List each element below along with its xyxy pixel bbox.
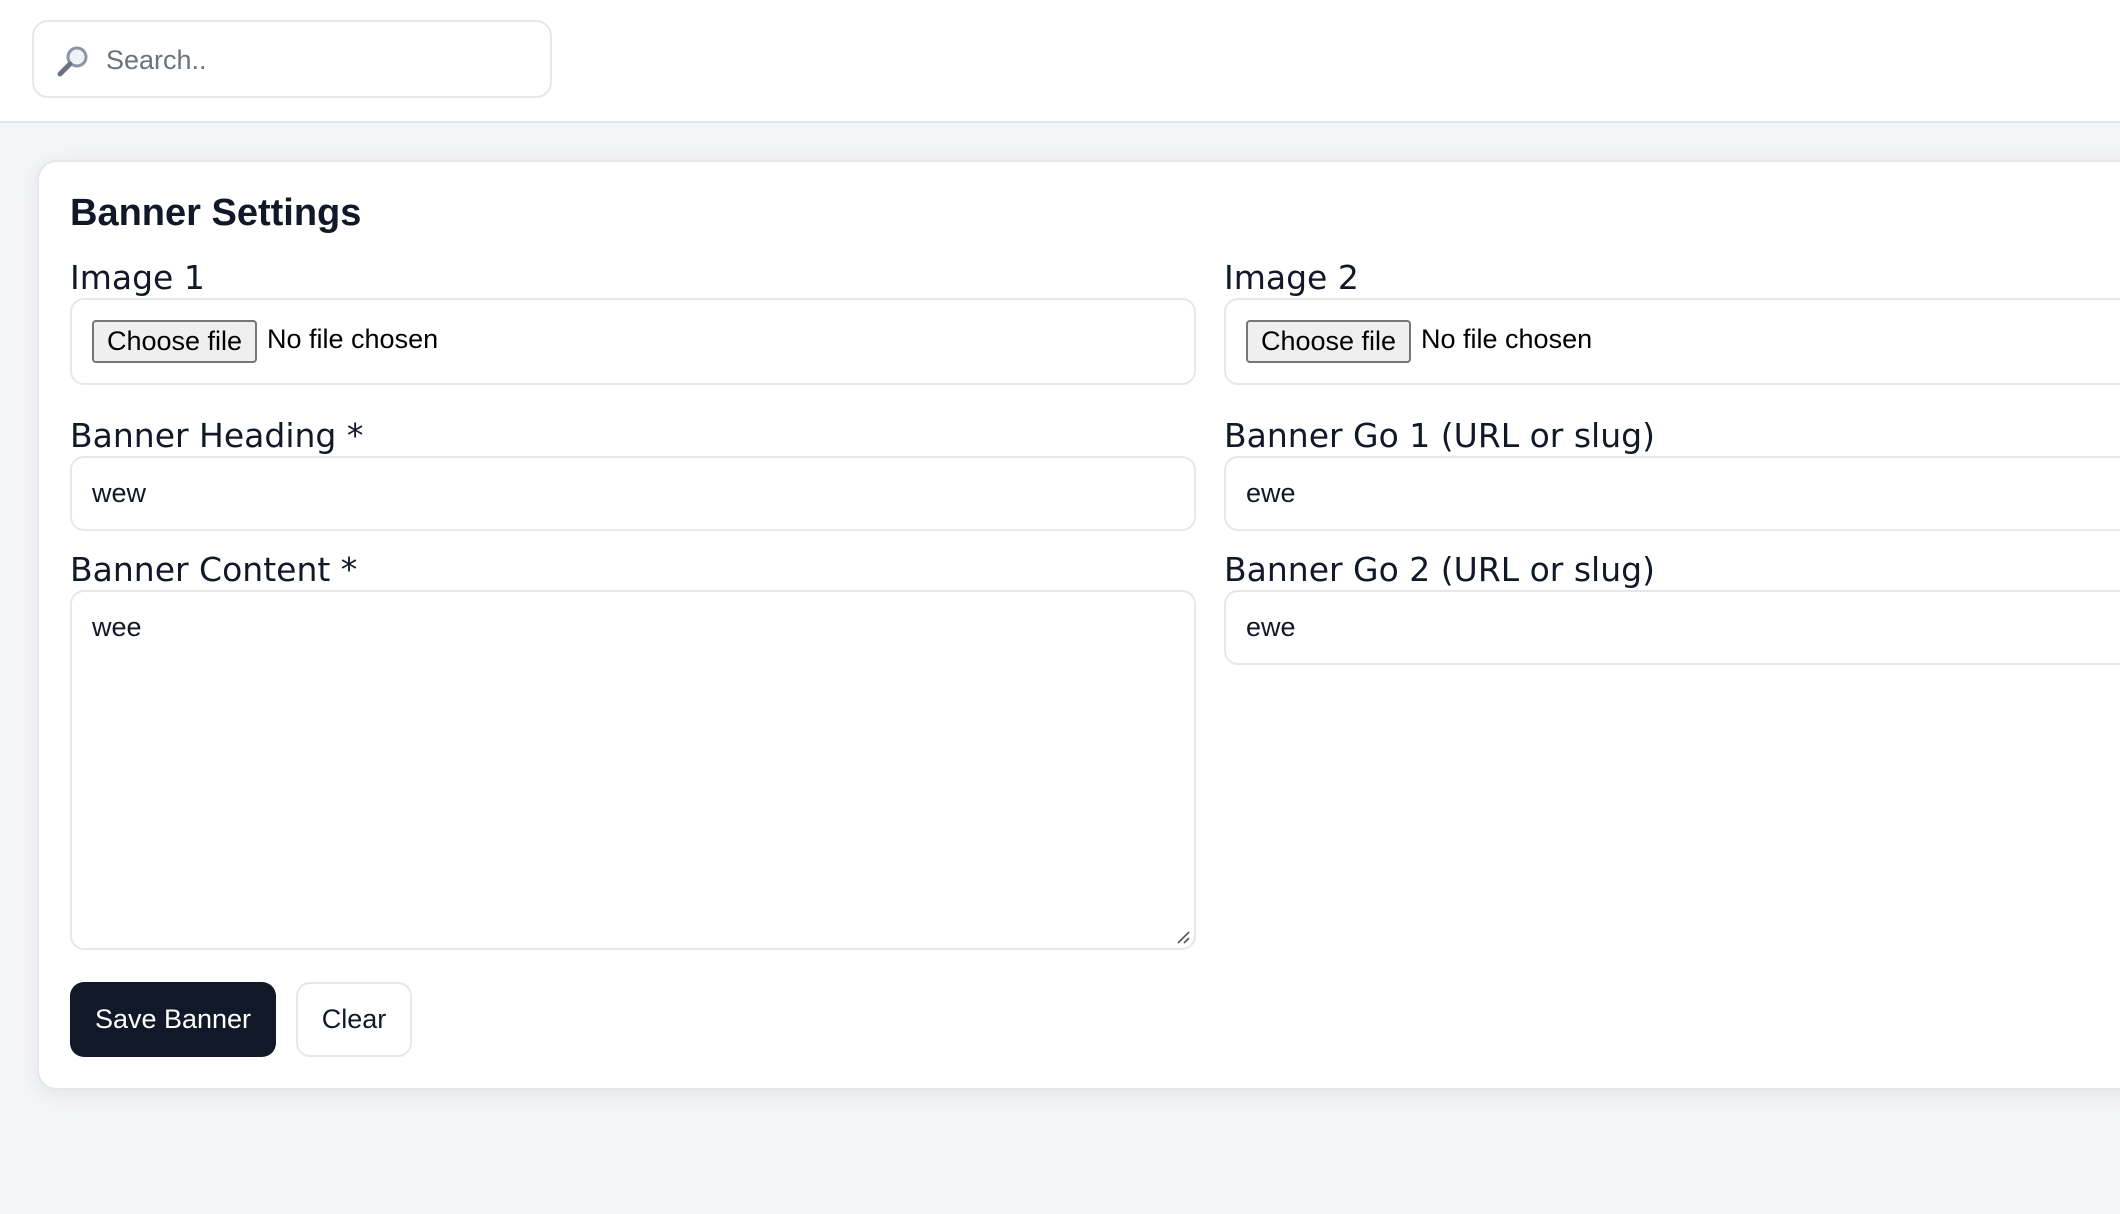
banner-go2-label: Banner Go 2 (URL or slug) [1224,550,1655,589]
image1-choose-file-button[interactable]: Choose file [92,320,257,363]
image1-file-status: No file chosen [267,324,439,354]
banner-go1-label: Banner Go 1 (URL or slug) [1224,416,1655,455]
search-input[interactable] [106,36,536,84]
page-title: Banner Settings [70,192,362,234]
top-bar [0,0,2120,123]
banner-content-field-box: wee [70,590,1196,950]
banner-heading-label: Banner Heading * [70,416,364,455]
resize-grip-icon[interactable] [1175,929,1191,945]
banner-go1-input[interactable] [1246,458,2120,529]
banner-go2-field-box [1224,590,2120,665]
image2-choose-file-button[interactable]: Choose file [1246,320,1411,363]
search-box[interactable] [32,20,552,98]
image1-file-input[interactable]: Choose file No file chosen [70,298,1196,385]
clear-button[interactable]: Clear [296,982,412,1057]
save-banner-button[interactable]: Save Banner [70,982,276,1057]
banner-content-textarea[interactable]: wee [92,610,1174,930]
banner-go1-field-box [1224,456,2120,531]
banner-go2-input[interactable] [1246,592,2120,663]
image2-label: Image 2 [1224,258,1359,297]
image2-file-status: No file chosen [1421,324,1593,354]
image2-file-input[interactable]: Choose file No file chosen [1224,298,2120,385]
search-icon [57,46,88,77]
banner-heading-input[interactable] [92,458,1174,529]
image1-label: Image 1 [70,258,205,297]
banner-heading-field-box [70,456,1196,531]
banner-content-label: Banner Content * [70,550,358,589]
